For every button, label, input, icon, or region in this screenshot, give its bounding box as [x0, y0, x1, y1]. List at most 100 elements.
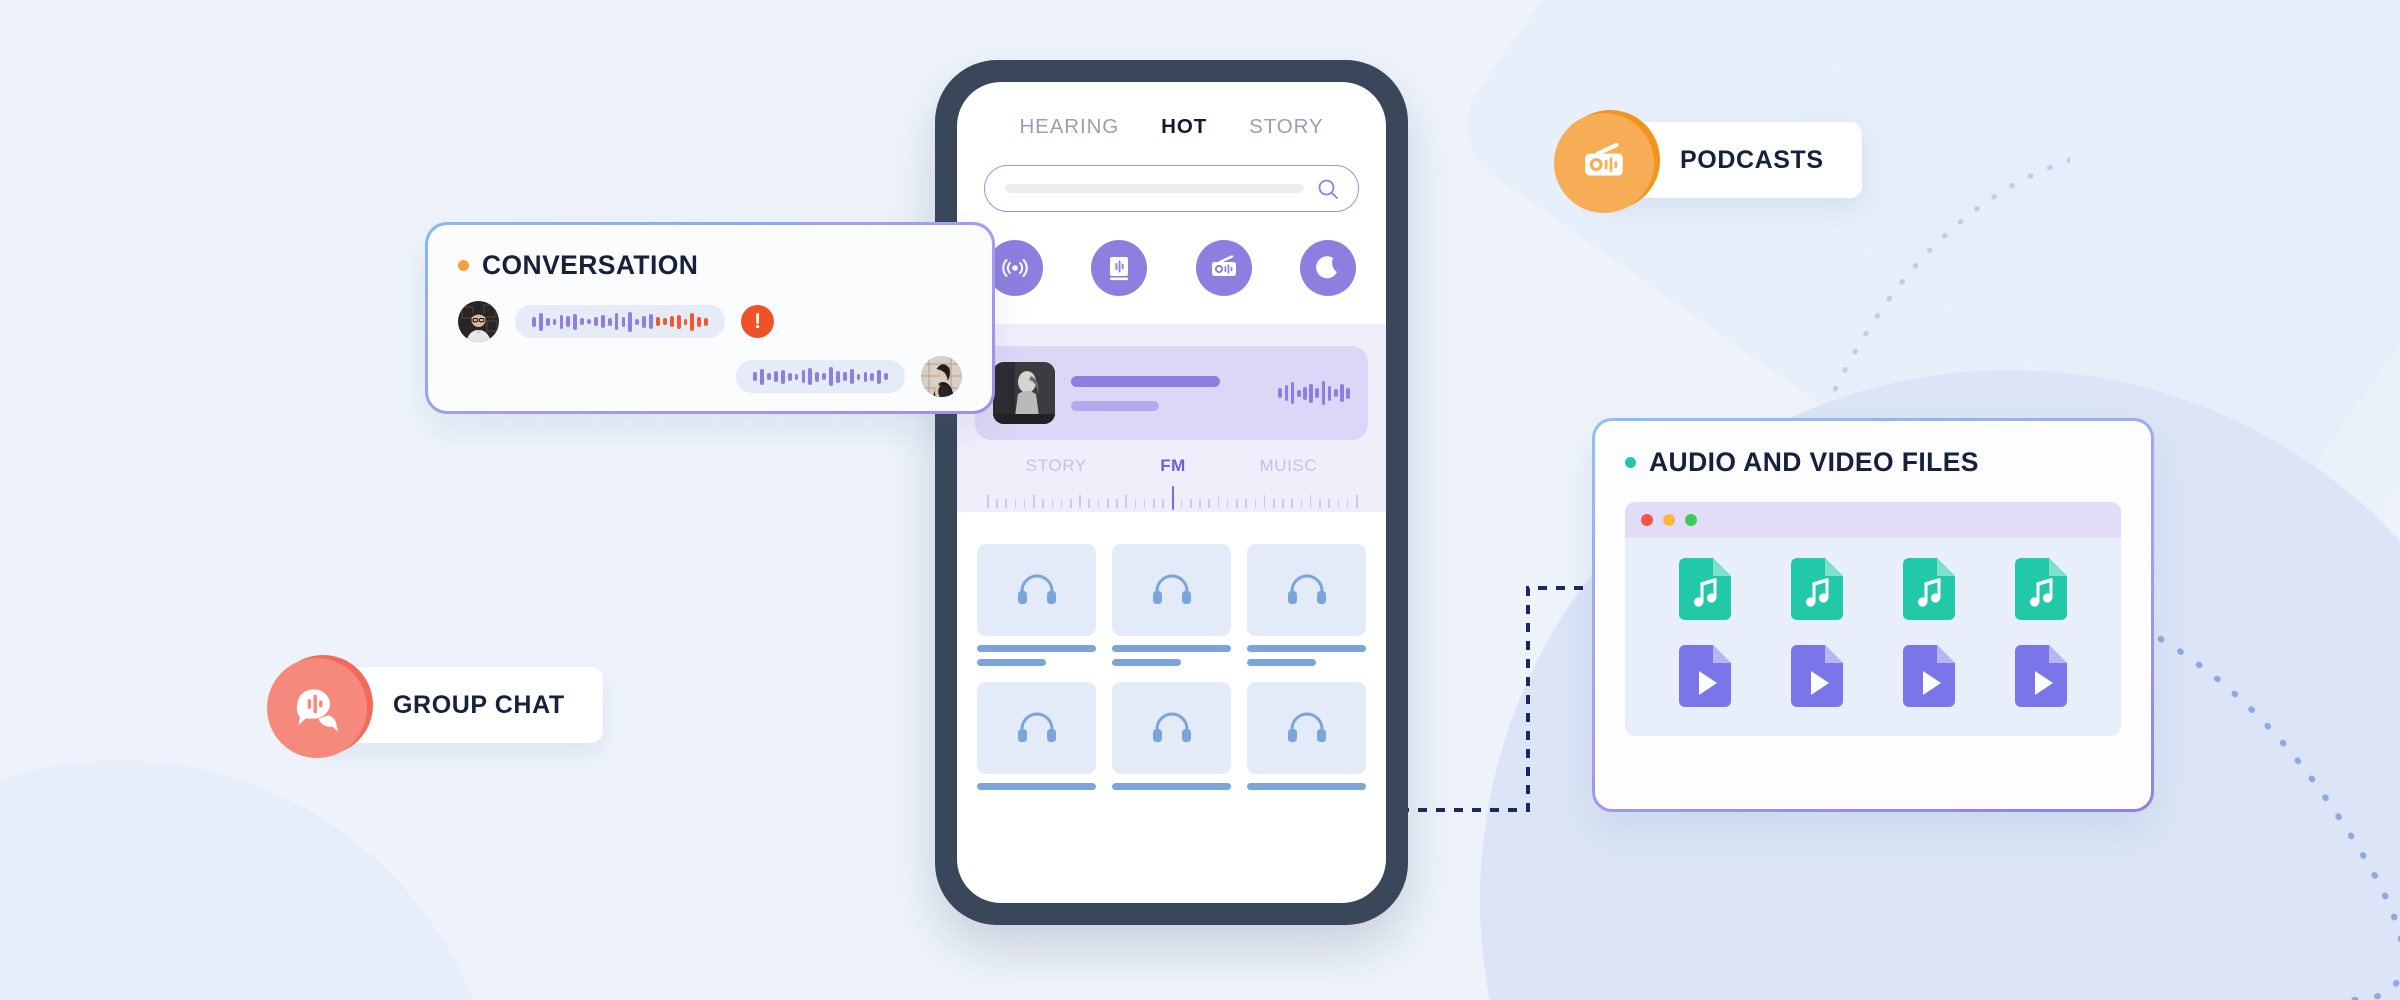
file-browser-body — [1625, 538, 2121, 736]
ruler-tick — [1236, 499, 1238, 508]
recommendation-card[interactable] — [1247, 544, 1366, 666]
ruler-tick — [1106, 499, 1109, 508]
video-file-item[interactable] — [2015, 645, 2067, 712]
now-playing-subtitle-bar — [1071, 400, 1160, 411]
ruler-tick — [1023, 499, 1026, 508]
recommendation-title-bar — [1247, 783, 1366, 790]
audio-file-item[interactable] — [2015, 558, 2067, 625]
ruler-tick — [1143, 499, 1146, 508]
audio-file-item[interactable] — [1679, 558, 1731, 625]
waveform-bar — [683, 318, 688, 325]
video-file-item[interactable] — [1679, 645, 1731, 712]
voice-message-bubble-incoming[interactable] — [515, 305, 726, 338]
video-file-item[interactable] — [1903, 645, 1955, 712]
ruler-tick — [1189, 499, 1192, 508]
ruler-tick — [1134, 499, 1137, 508]
waveform-bar — [628, 311, 633, 332]
recommendation-title-bar — [977, 645, 1096, 652]
headphones-icon — [1287, 712, 1326, 742]
live-broadcast-icon — [1002, 259, 1028, 277]
video-file-icon — [2015, 645, 2067, 707]
waveform-bar — [566, 316, 571, 327]
recommendation-card[interactable] — [977, 682, 1096, 790]
category-radio[interactable] — [1195, 240, 1252, 296]
recommendation-card[interactable] — [1112, 544, 1231, 666]
search-input-placeholder[interactable] — [1005, 184, 1304, 193]
window-titlebar — [1625, 502, 2121, 538]
audio-file-item[interactable] — [1903, 558, 1955, 625]
waveform-bar — [849, 369, 854, 384]
ruler-tick — [1309, 495, 1312, 508]
groupchat-badge-label: GROUP CHAT — [393, 690, 565, 719]
recommendation-subtitle-bar — [1247, 659, 1317, 666]
message-row-incoming: ! — [458, 301, 962, 342]
now-playing-card[interactable] — [975, 346, 1368, 440]
waveform-bar — [1315, 388, 1320, 398]
ruler-tick — [1217, 495, 1220, 508]
ruler-tick — [1300, 499, 1303, 508]
headphones-icon — [1017, 712, 1056, 742]
waveform-bar — [552, 318, 557, 325]
category-audiobook[interactable] — [1091, 240, 1148, 296]
now-playing-title-bar — [1071, 375, 1221, 387]
alert-icon[interactable]: ! — [741, 305, 775, 338]
close-dot[interactable] — [1641, 514, 1653, 526]
search-bar[interactable] — [984, 165, 1359, 212]
video-file-icon — [1903, 645, 1955, 707]
audio-file-item[interactable] — [1791, 558, 1843, 625]
recommendation-card[interactable] — [1112, 682, 1231, 790]
tab-hearing[interactable]: HEARING — [1019, 115, 1119, 139]
voice-chat-bubbles-icon — [296, 689, 339, 732]
waveform-bar — [587, 319, 591, 324]
recommendation-card[interactable] — [977, 544, 1096, 666]
tab-hot[interactable]: HOT — [1161, 115, 1207, 139]
waveform-bar — [856, 373, 861, 380]
search-icon[interactable] — [1316, 177, 1340, 201]
ruler-tick — [1005, 499, 1008, 508]
frequency-needle[interactable] — [1171, 486, 1175, 510]
ruler-tick — [1033, 495, 1035, 508]
waveform-bar — [822, 373, 826, 380]
headphones-icon — [1152, 712, 1191, 742]
fm-tab-muisc[interactable]: MUISC — [1259, 456, 1317, 476]
video-file-item[interactable] — [1791, 645, 1843, 712]
podcasts-badge[interactable]: PODCASTS — [1554, 110, 1862, 213]
music-file-icon — [1791, 558, 1843, 620]
tab-story[interactable]: STORY — [1249, 115, 1323, 139]
frequency-ruler[interactable] — [987, 482, 1358, 512]
waveform-bar — [594, 317, 598, 326]
radio-icon — [1585, 143, 1623, 176]
waveform-bar — [884, 373, 888, 380]
fm-tab-fm[interactable]: FM — [1160, 456, 1186, 476]
ruler-tick — [1153, 499, 1155, 508]
waveform-bar — [1327, 385, 1332, 401]
fm-tab-story[interactable]: STORY — [1026, 456, 1087, 476]
minimize-dot[interactable] — [1663, 514, 1675, 526]
recommendation-grid — [957, 526, 1386, 790]
waveform-bar — [760, 368, 764, 385]
headphones-icon — [1152, 574, 1191, 604]
video-file-icon — [1679, 645, 1731, 707]
maximize-dot[interactable] — [1685, 514, 1697, 526]
waveform-bar — [573, 313, 578, 330]
waveform-bar — [1284, 385, 1289, 401]
radio-icon — [1211, 255, 1236, 276]
podcasts-badge-label: PODCASTS — [1680, 145, 1824, 174]
ruler-tick — [1226, 499, 1229, 508]
category-sleep[interactable] — [1299, 240, 1356, 296]
waveform-bar — [607, 317, 612, 326]
waveform-bar — [676, 314, 681, 329]
recommendation-subtitle-bar — [977, 659, 1047, 666]
groupchat-badge[interactable]: GROUP CHAT — [267, 655, 603, 758]
ruler-tick — [1042, 499, 1044, 508]
category-live-broadcast[interactable] — [987, 240, 1043, 296]
groupchat-coin-front — [267, 658, 367, 758]
video-files-row — [1649, 645, 2097, 712]
music-file-icon — [2015, 558, 2067, 620]
recommendation-subtitle-bar — [1112, 659, 1182, 666]
voice-message-bubble-outgoing[interactable] — [736, 360, 905, 393]
recommendation-card[interactable] — [1247, 682, 1366, 790]
recommendation-title-bar — [1247, 645, 1366, 652]
waveform-bar — [794, 373, 799, 380]
file-browser-window — [1625, 502, 2121, 736]
